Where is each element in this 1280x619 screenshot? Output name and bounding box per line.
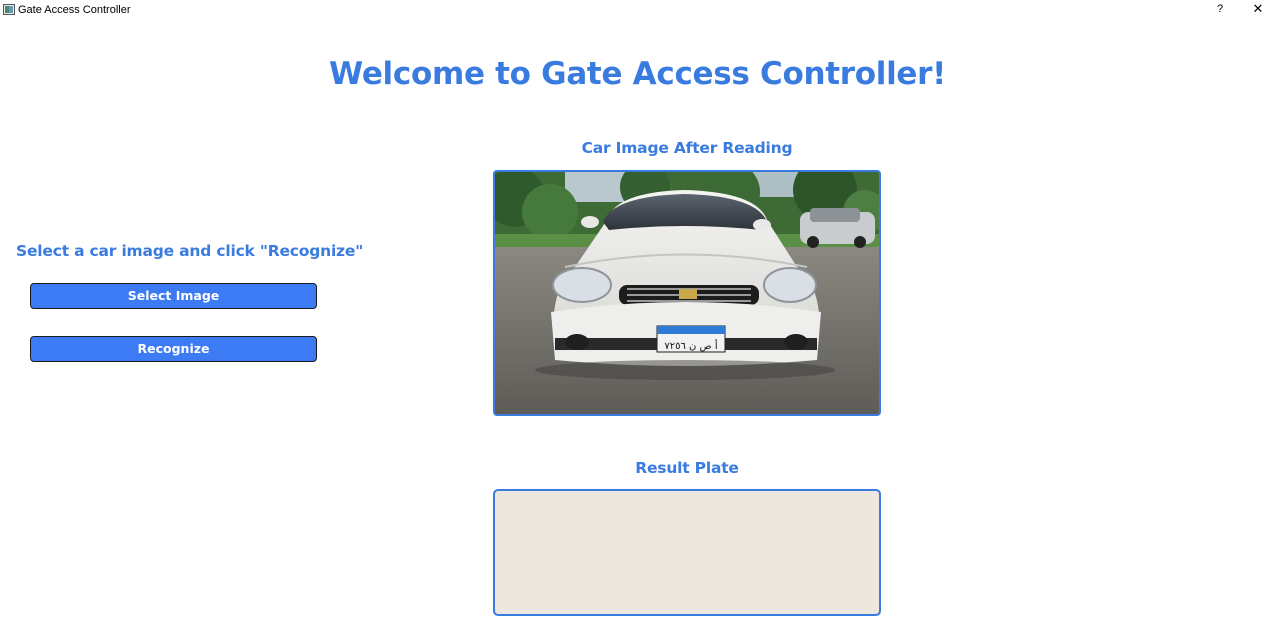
- window-title: Gate Access Controller: [18, 4, 131, 16]
- car-image-label: Car Image After Reading: [581, 139, 793, 157]
- result-plate-field: [493, 489, 881, 616]
- result-plate-label: Result Plate: [635, 459, 739, 477]
- app-icon: [3, 4, 15, 15]
- instruction-text: Select a car image and click "Recognize": [16, 242, 364, 260]
- car-photo: أ ص ن ٧٢٥٦: [495, 172, 879, 414]
- help-button[interactable]: ?: [1212, 2, 1228, 18]
- window-titlebar: Gate Access Controller ? ✕: [0, 0, 1280, 20]
- recognize-button[interactable]: Recognize: [30, 336, 317, 362]
- close-button[interactable]: ✕: [1250, 2, 1266, 18]
- car-image-view: أ ص ن ٧٢٥٦: [493, 170, 881, 416]
- page-title: Welcome to Gate Access Controller!: [329, 56, 946, 92]
- plate-text: أ ص ن ٧٢٥٦: [664, 339, 717, 352]
- select-image-button[interactable]: Select Image: [30, 283, 317, 309]
